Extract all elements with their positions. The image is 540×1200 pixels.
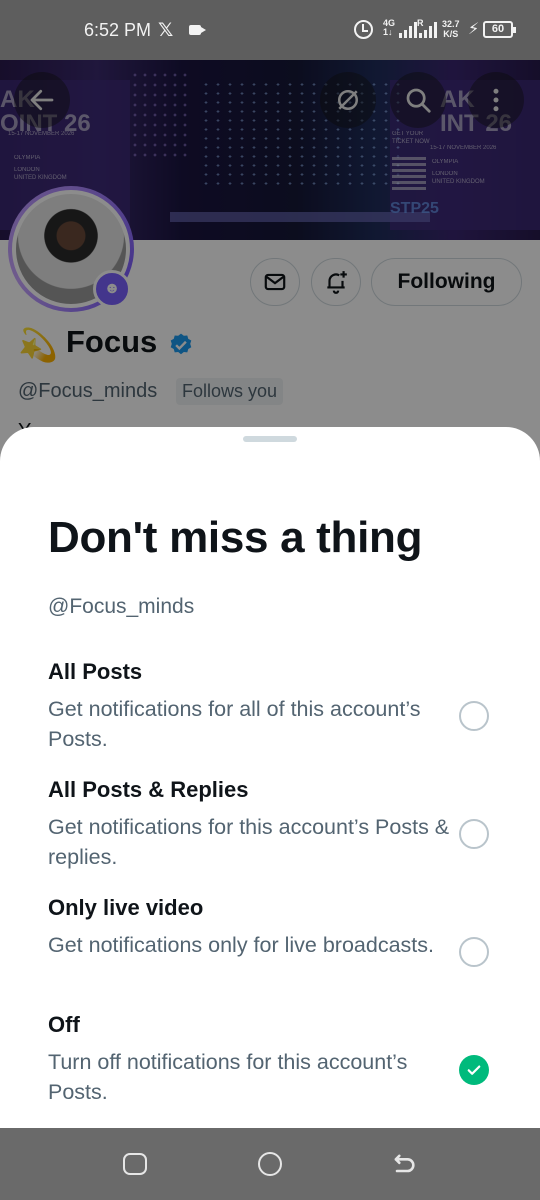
envelope-icon <box>264 273 286 291</box>
eye-off-icon <box>338 90 358 110</box>
network-sub: 1↓ <box>383 27 393 37</box>
dizzy-emoji-icon: 💫 <box>18 327 58 363</box>
network-type: 4G 1↓ <box>383 19 395 37</box>
home-icon <box>258 1152 282 1176</box>
sheet-handle: @Focus_minds <box>48 595 195 618</box>
banner-lights-2 <box>130 70 190 160</box>
radio-all-posts[interactable] <box>459 701 489 731</box>
qr-code-icon <box>392 156 426 190</box>
back-arrow-icon <box>30 89 54 111</box>
radio-off-selected[interactable] <box>459 1055 489 1085</box>
banner-venue-right: OLYMPIA <box>432 159 459 165</box>
battery-icon: 60 <box>483 21 516 38</box>
option-all-posts-replies[interactable]: All Posts & Replies Get notifications fo… <box>48 777 508 872</box>
status-time: 6:52 PM <box>84 20 152 40</box>
banner-city-right: LONDON UNITED KINGDOM <box>432 171 485 185</box>
network-speed: 32.7 K/S <box>442 19 460 39</box>
search-button[interactable] <box>390 72 446 128</box>
option-description: Get notifications only for live broadcas… <box>48 933 434 957</box>
signal-strength-2-icon <box>419 22 437 38</box>
back-button[interactable] <box>14 72 70 128</box>
follows-you-badge: Follows you <box>176 378 284 405</box>
speed-unit: K/S <box>443 29 459 39</box>
sheet-title: Don't miss a thing <box>48 513 423 562</box>
sheet-drag-handle[interactable] <box>243 436 297 442</box>
message-button[interactable] <box>250 258 300 306</box>
option-description: Get notifications for this account’s Pos… <box>48 815 450 869</box>
alarm-icon <box>354 20 373 39</box>
community-badge-icon: ☻ <box>93 270 131 308</box>
option-description: Turn off notifications for this account’… <box>48 1050 408 1104</box>
x-logo-icon: 𝕏 <box>158 20 174 41</box>
option-title: Only live video <box>48 895 204 920</box>
notification-settings-sheet: Don't miss a thing @Focus_minds All Post… <box>0 427 540 1128</box>
hide-button[interactable] <box>320 72 376 128</box>
option-description: Get notifications for all of this accoun… <box>48 697 421 751</box>
charging-icon: ⚡ <box>468 21 480 38</box>
back-icon <box>394 1154 415 1173</box>
option-title: Off <box>48 1012 80 1037</box>
radio-all-posts-replies[interactable] <box>459 819 489 849</box>
search-icon <box>406 88 431 113</box>
profile-handle: @Focus_minds <box>18 380 158 402</box>
recents-button[interactable] <box>121 1150 149 1178</box>
profile-name: Focus <box>66 324 158 359</box>
banner-dates-right: 15-17 NOVEMBER 2026 <box>430 145 497 151</box>
radio-only-live-video[interactable] <box>459 937 489 967</box>
option-only-live-video[interactable]: Only live video Get notifications only f… <box>48 895 508 960</box>
more-button[interactable] <box>468 72 524 128</box>
banner-ticket: GET YOUR TICKET NOW <box>392 131 430 145</box>
checkmark-icon <box>467 1065 481 1075</box>
speed-value: 32.7 <box>442 19 460 29</box>
notifications-button[interactable] <box>311 258 361 306</box>
more-vertical-icon <box>493 88 499 112</box>
video-camera-icon <box>189 25 206 35</box>
option-all-posts[interactable]: All Posts Get notifications for all of t… <box>48 659 508 754</box>
option-off[interactable]: Off Turn off notifications for this acco… <box>48 1012 508 1107</box>
banner-stage-label: STP25 <box>390 200 439 217</box>
option-title: All Posts <box>48 659 143 684</box>
bell-plus-icon <box>327 271 347 294</box>
system-back-button[interactable] <box>390 1150 418 1178</box>
option-title: All Posts & Replies <box>48 777 249 802</box>
verified-badge-icon <box>170 333 192 355</box>
system-nav-bar <box>0 1128 540 1200</box>
signal-strength-icon <box>399 22 417 38</box>
banner-city-left: LONDON UNITED KINGDOM <box>14 167 67 181</box>
home-button[interactable] <box>256 1150 284 1178</box>
status-bar: 6:52 PM 𝕏 4G 1↓ R 32.7 K/S ⚡ 60 <box>0 0 540 60</box>
recents-icon <box>123 1153 147 1175</box>
banner-venue-left: OLYMPIA <box>14 155 41 161</box>
banner-dates-left: 15-17 NOVEMBER 2026 <box>8 131 75 137</box>
following-button[interactable]: Following <box>371 258 522 306</box>
